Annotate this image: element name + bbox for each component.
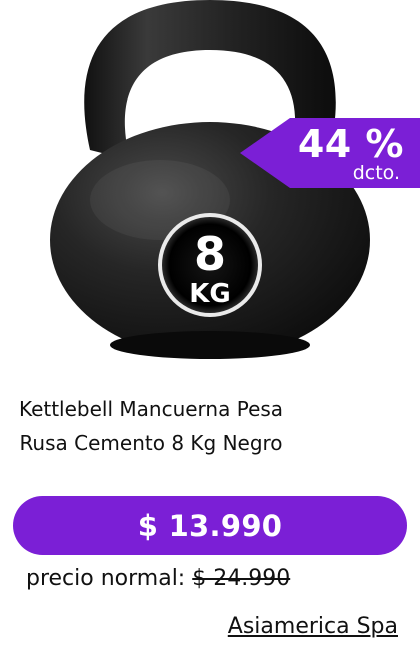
discount-percent: 44 % bbox=[297, 122, 404, 166]
current-price: $ 13.990 bbox=[137, 508, 283, 543]
normal-price-row: precio normal: $ 24.990 bbox=[26, 564, 290, 594]
seller-link[interactable]: Asiamerica Spa bbox=[228, 612, 398, 642]
price-button[interactable]: $ 13.990 bbox=[13, 496, 407, 555]
discount-badge: 44 % dcto. bbox=[240, 118, 420, 188]
product-card[interactable]: 8 KG 44 % dcto. Kettlebell Mancuerna Pes… bbox=[0, 0, 420, 656]
normal-price-value: $ 24.990 bbox=[192, 566, 291, 591]
weight-unit: KG bbox=[189, 279, 231, 309]
product-title[interactable]: Kettlebell Mancuerna Pesa Rusa Cemento 8… bbox=[6, 392, 296, 460]
weight-number: 8 bbox=[194, 227, 226, 281]
normal-price-label: precio normal: bbox=[26, 566, 186, 591]
discount-label: dcto. bbox=[352, 162, 400, 184]
